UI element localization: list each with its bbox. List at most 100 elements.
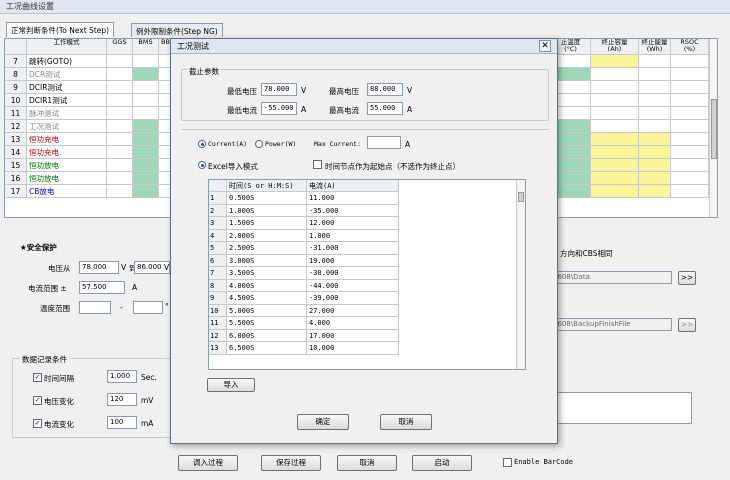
row-number[interactable]: 14 bbox=[5, 146, 27, 159]
ggs-cell[interactable] bbox=[107, 159, 133, 172]
end-energy-cell[interactable] bbox=[639, 172, 671, 185]
voltage-change-input[interactable]: 120 bbox=[107, 393, 137, 406]
ggs-cell[interactable] bbox=[107, 146, 133, 159]
row-number[interactable]: 8 bbox=[5, 68, 27, 81]
max-current-input[interactable]: 55.000 bbox=[367, 102, 403, 115]
time-cell[interactable]: 1.000S bbox=[227, 204, 307, 217]
end-capacity-cell[interactable] bbox=[591, 55, 639, 68]
bms-cell[interactable] bbox=[133, 68, 159, 81]
enable-barcode-checkbox[interactable] bbox=[503, 458, 512, 467]
table-row-number[interactable]: 9 bbox=[209, 292, 227, 305]
end-energy-cell[interactable] bbox=[639, 107, 671, 120]
ggs-cell[interactable] bbox=[107, 172, 133, 185]
power-mode-radio[interactable] bbox=[255, 140, 263, 148]
table-row-number[interactable]: 11 bbox=[209, 317, 227, 330]
current-mode-radio[interactable] bbox=[198, 140, 206, 148]
rsoc-cell[interactable] bbox=[671, 120, 709, 133]
time-node-start-checkbox[interactable] bbox=[313, 160, 322, 169]
current-cell[interactable]: 17.000 bbox=[307, 329, 399, 342]
time-interval-checkbox[interactable]: ✓ bbox=[33, 373, 42, 382]
end-capacity-cell[interactable] bbox=[591, 172, 639, 185]
end-capacity-cell[interactable] bbox=[591, 185, 639, 198]
step-mode-cell[interactable]: CB放电 bbox=[27, 185, 107, 198]
bms-cell[interactable] bbox=[133, 55, 159, 68]
time-cell[interactable]: 3.500S bbox=[227, 267, 307, 280]
steps-table-scroll-thumb[interactable] bbox=[711, 99, 717, 159]
ggs-cell[interactable] bbox=[107, 68, 133, 81]
current-cell[interactable]: -39.000 bbox=[307, 292, 399, 305]
table-row-number[interactable]: 3 bbox=[209, 217, 227, 230]
row-number[interactable]: 15 bbox=[5, 159, 27, 172]
row-number[interactable]: 12 bbox=[5, 120, 27, 133]
end-capacity-cell[interactable] bbox=[591, 107, 639, 120]
step-mode-cell[interactable]: DCIR测试 bbox=[27, 81, 107, 94]
current-cell[interactable]: -44.000 bbox=[307, 279, 399, 292]
row-number[interactable]: 16 bbox=[5, 172, 27, 185]
end-capacity-cell[interactable] bbox=[591, 146, 639, 159]
time-cell[interactable]: 4.500S bbox=[227, 292, 307, 305]
current-cell[interactable]: 19.000 bbox=[307, 254, 399, 267]
min-voltage-input[interactable]: 78.000 bbox=[261, 83, 297, 96]
column-header[interactable]: BMS bbox=[133, 39, 159, 55]
bms-cell[interactable] bbox=[133, 185, 159, 198]
time-cell[interactable]: 3.000S bbox=[227, 254, 307, 267]
step-mode-cell[interactable]: 脉冲测试 bbox=[27, 107, 107, 120]
max-current-mode-input[interactable] bbox=[367, 136, 401, 149]
end-energy-cell[interactable] bbox=[639, 146, 671, 159]
step-mode-cell[interactable]: 恒功放电 bbox=[27, 172, 107, 185]
step-mode-cell[interactable]: 恒功放电 bbox=[27, 159, 107, 172]
browse-backup-path-button[interactable]: >> bbox=[678, 318, 696, 332]
min-current-input[interactable]: -55.000 bbox=[261, 102, 297, 115]
end-capacity-cell[interactable] bbox=[591, 68, 639, 81]
time-cell[interactable]: 4.000S bbox=[227, 279, 307, 292]
column-header[interactable]: 终止能量 (Wh) bbox=[639, 39, 671, 55]
step-mode-cell[interactable]: 恒功充电 bbox=[27, 146, 107, 159]
bms-cell[interactable] bbox=[133, 159, 159, 172]
max-voltage-input[interactable]: 88.000 bbox=[367, 83, 403, 96]
import-process-button[interactable]: 调入过程 bbox=[178, 455, 238, 471]
current-cell[interactable]: 10.000 bbox=[307, 342, 399, 355]
rsoc-cell[interactable] bbox=[671, 159, 709, 172]
ggs-cell[interactable] bbox=[107, 107, 133, 120]
import-data-button[interactable]: 导入 bbox=[207, 378, 255, 392]
current-cell[interactable]: 12.000 bbox=[307, 217, 399, 230]
current-cell[interactable]: -31.000 bbox=[307, 242, 399, 255]
ggs-cell[interactable] bbox=[107, 81, 133, 94]
end-capacity-cell[interactable] bbox=[591, 133, 639, 146]
dialog-cancel-button[interactable]: 取消 bbox=[380, 414, 432, 430]
table-row-number[interactable]: 7 bbox=[209, 267, 227, 280]
step-mode-cell[interactable]: DCR测试 bbox=[27, 68, 107, 81]
end-energy-cell[interactable] bbox=[639, 94, 671, 107]
start-button[interactable]: 启动 bbox=[412, 455, 472, 471]
rsoc-cell[interactable] bbox=[671, 133, 709, 146]
rsoc-cell[interactable] bbox=[671, 172, 709, 185]
step-mode-cell[interactable]: 工况测试 bbox=[27, 120, 107, 133]
row-number[interactable]: 10 bbox=[5, 94, 27, 107]
temperature-max-input[interactable] bbox=[133, 301, 163, 314]
column-header[interactable]: 终止容量 (Ah) bbox=[591, 39, 639, 55]
table-row-number[interactable]: 2 bbox=[209, 204, 227, 217]
time-interval-input[interactable]: 1.000 bbox=[107, 370, 137, 383]
bms-cell[interactable] bbox=[133, 172, 159, 185]
table-row-number[interactable]: 5 bbox=[209, 242, 227, 255]
end-energy-cell[interactable] bbox=[639, 185, 671, 198]
table-row-number[interactable]: 8 bbox=[209, 279, 227, 292]
time-cell[interactable]: 5.000S bbox=[227, 304, 307, 317]
end-capacity-cell[interactable] bbox=[591, 159, 639, 172]
current-cell[interactable]: 4.000 bbox=[307, 317, 399, 330]
current-column-header[interactable]: 电流(A) bbox=[307, 180, 399, 192]
current-cell[interactable]: 1.000 bbox=[307, 229, 399, 242]
ggs-cell[interactable] bbox=[107, 120, 133, 133]
row-number[interactable]: 9 bbox=[5, 81, 27, 94]
temperature-min-input[interactable] bbox=[79, 301, 111, 314]
row-number[interactable]: 7 bbox=[5, 55, 27, 68]
bms-cell[interactable] bbox=[133, 107, 159, 120]
rsoc-cell[interactable] bbox=[671, 55, 709, 68]
excel-import-radio[interactable] bbox=[198, 161, 206, 169]
close-icon[interactable]: ✕ bbox=[539, 40, 551, 52]
dialog-ok-button[interactable]: 确定 bbox=[297, 414, 349, 430]
voltage-change-checkbox[interactable]: ✓ bbox=[33, 396, 42, 405]
bms-cell[interactable] bbox=[133, 94, 159, 107]
end-energy-cell[interactable] bbox=[639, 159, 671, 172]
rsoc-cell[interactable] bbox=[671, 185, 709, 198]
